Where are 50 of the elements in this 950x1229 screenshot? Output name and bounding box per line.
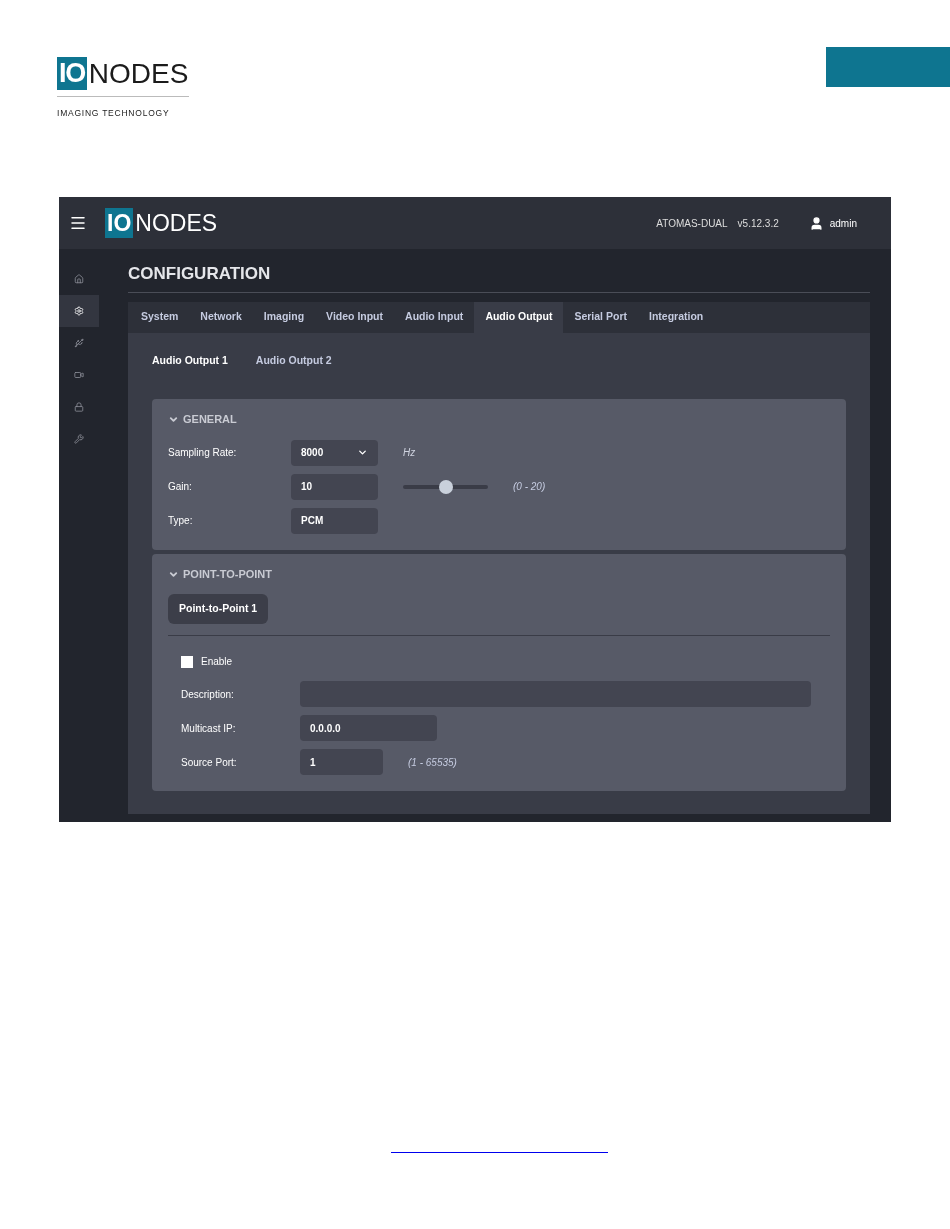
tab[interactable]: Integration [637,301,715,333]
enable-checkbox[interactable] [181,655,193,668]
version-text: v5.12.3.2 [737,216,779,231]
tab[interactable]: Imaging [252,301,316,333]
tab[interactable]: System [130,301,190,333]
field-label: Gain: [168,480,193,495]
input-field[interactable]: PCM [291,507,378,534]
sidebar-item[interactable] [59,295,99,327]
menu-icon[interactable] [69,214,87,232]
chevron-icon [168,414,179,425]
app-logo-wordmark: NODES [135,209,218,238]
page-title: CONFIGURATION [128,264,271,283]
range-hint: (1 - 65535) [408,755,457,770]
sub-tab[interactable]: Audio Output 2 [255,352,332,369]
tab[interactable]: Serial Port [563,301,638,333]
logo-mark: IO [57,57,87,90]
unit-text: Hz [403,446,416,461]
section-header[interactable]: POINT-TO-POINT [168,565,830,583]
checkbox-label: Enable [201,655,233,670]
tab[interactable]: Network [189,301,253,333]
logo-wordmark: NODES [88,57,189,90]
logo-tagline: IMAGING TECHNOLOGY [57,108,170,118]
gain-slider[interactable] [403,479,488,494]
usb-icon [74,338,84,348]
select-field[interactable]: 8000 [291,439,378,466]
tab[interactable]: Video Input [315,301,395,333]
user-name[interactable]: admin [829,215,857,231]
slider-thumb[interactable] [438,479,453,494]
tab[interactable]: Audio Input [394,301,475,333]
field-label: Sampling Rate: [168,446,238,461]
section-header[interactable]: GENERAL [168,411,830,428]
video-camera-icon [74,370,84,380]
input-field[interactable]: 1 [300,749,383,776]
app-logo-mark: IO [105,208,134,238]
device-name: ATOMAS-DUAL [656,216,728,231]
field-label: Description: [181,687,235,702]
field-label: Source Port: [181,755,238,770]
input-field[interactable]: 10 [291,473,378,500]
range-hint: (0 - 20) [513,480,546,495]
input-field[interactable]: 0.0.0.0 [300,715,437,742]
user-icon [808,215,824,231]
wrench-icon [74,434,84,444]
sub-tab[interactable]: Audio Output 1 [152,352,228,369]
field-label: Multicast IP: [181,721,237,736]
lock-icon [74,402,84,412]
field-label: Type: [168,514,194,529]
home-icon [74,274,84,284]
settings-icon [74,306,84,316]
tab[interactable]: Audio Output [474,301,564,333]
sub-tab[interactable]: Point-to-Point 1 [168,594,269,625]
